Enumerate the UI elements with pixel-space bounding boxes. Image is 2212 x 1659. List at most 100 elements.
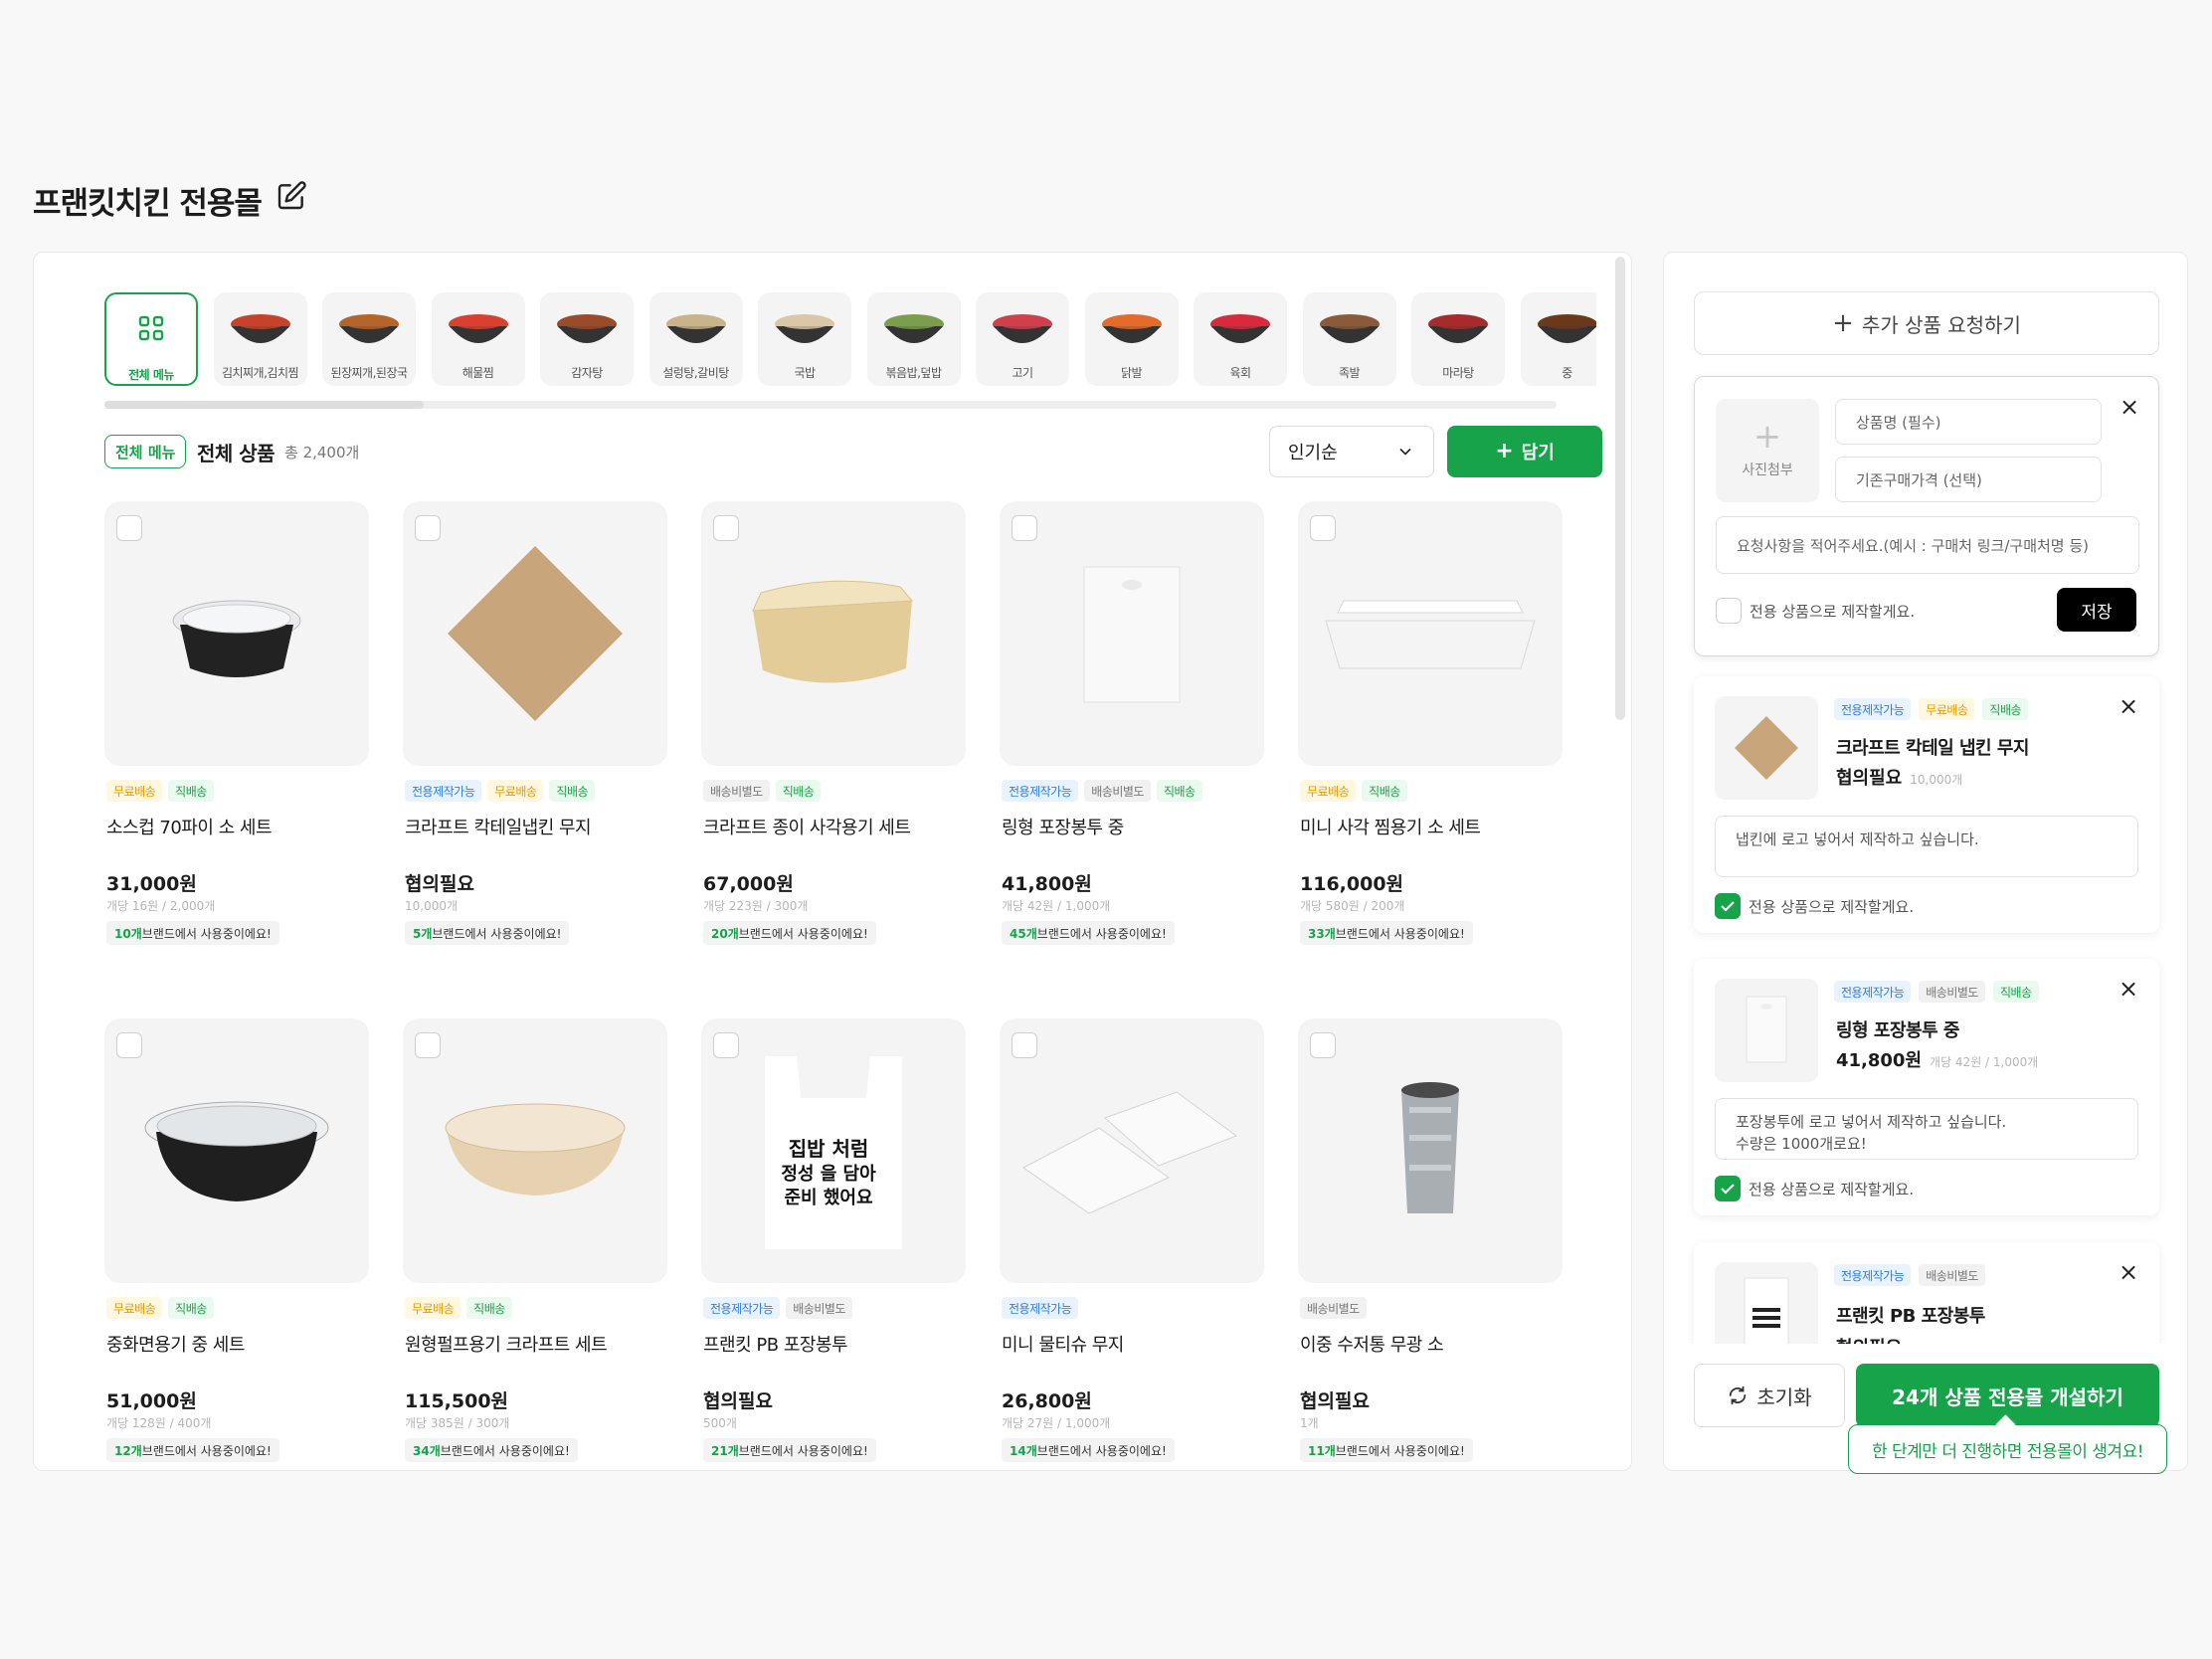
item-name: 링형 포장봉투 중	[1836, 1020, 1959, 1041]
category-11[interactable]: 족발	[1302, 292, 1396, 386]
add-to-cart-button[interactable]: + 담기	[1447, 426, 1602, 477]
category-1[interactable]: 김치찌개,김치찜	[213, 292, 307, 386]
category-4[interactable]: 감자탕	[540, 292, 634, 386]
meat-icon	[993, 314, 1052, 343]
select-checkbox[interactable]	[1310, 1032, 1336, 1058]
usage-text: 브랜드에서 사용중이에요!	[432, 926, 562, 941]
usage-badge: 14개 브랜드에서 사용중이에요!	[1002, 1438, 1175, 1462]
category-5[interactable]: 설렁탕,갈비탕	[648, 292, 743, 386]
filter-badge[interactable]: 전체 메뉴	[104, 435, 187, 468]
tag-custom: 전용제작가능	[1834, 981, 1912, 1003]
close-icon[interactable]: ×	[2118, 393, 2141, 421]
wet-tissue-icon	[1000, 1018, 1264, 1283]
close-icon[interactable]: ×	[2117, 975, 2140, 1003]
white-tray-icon	[1298, 501, 1563, 766]
cart-item: 전용제작가능 무료배송 직배송 × 크라프트 칵테일 냅킨 무지 협의필요 10,00…	[1694, 676, 2159, 933]
reset-button[interactable]: 초기화	[1694, 1364, 1845, 1427]
category-scrollbar[interactable]	[104, 401, 1557, 409]
tag-free: 무료배송	[487, 780, 544, 802]
main-scrollbar[interactable]	[1615, 257, 1625, 720]
product-name: 원형펄프용기 크라프트 세트	[405, 1335, 608, 1356]
select-checkbox[interactable]	[116, 515, 142, 541]
product-unit: 개당 27원 / 1,000개	[1002, 1416, 1111, 1430]
product-card[interactable]: 무료배송 직배송 미니 사각 찜용기 소 세트 116,000원 개당 580원 / 2…	[1298, 501, 1563, 945]
product-image[interactable]	[104, 1018, 369, 1283]
cart-panel: + 추가 상품 요청하기 + 사진첨부 상품명 (필수) 기존구매가격 (선택)…	[1663, 252, 2188, 1471]
item-note[interactable]: 냅킨에 로고 넣어서 제작하고 싶습니다.	[1715, 816, 2138, 877]
select-checkbox[interactable]	[415, 515, 441, 541]
product-price: 116,000원	[1300, 873, 1404, 895]
product-image[interactable]	[1298, 501, 1563, 766]
stew-pot-icon	[1537, 314, 1596, 343]
tag-direct: 직배송	[1362, 780, 1407, 802]
product-image[interactable]	[1000, 1018, 1264, 1283]
custom-checkbox[interactable]	[1716, 598, 1742, 624]
category-strip[interactable]: 전체 메뉴 김치찌개,김치찜 된장찌개,된장국 해물찜 감자탕 설렁탕,갈비탕 국밥 볶음밥,…	[104, 292, 1596, 390]
custom-checkbox[interactable]	[1715, 893, 1741, 919]
select-checkbox[interactable]	[1310, 515, 1336, 541]
sort-select[interactable]: 인기순	[1269, 426, 1434, 477]
category-8[interactable]: 고기	[976, 292, 1069, 386]
product-image[interactable]	[1298, 1018, 1563, 1283]
category-scroll-thumb[interactable]	[104, 401, 425, 409]
category-3[interactable]: 해물찜	[431, 292, 525, 386]
select-checkbox[interactable]	[116, 1032, 142, 1058]
category-6[interactable]: 국밥	[758, 292, 851, 386]
tag-ship: 배송비별도	[703, 780, 770, 802]
close-icon[interactable]: ×	[2117, 1258, 2140, 1286]
category-10[interactable]: 육회	[1194, 292, 1287, 386]
edit-icon[interactable]	[276, 180, 307, 220]
custom-checkbox[interactable]	[1715, 1176, 1741, 1201]
select-checkbox[interactable]	[415, 1032, 441, 1058]
purchase-price-input[interactable]: 기존구매가격 (선택)	[1835, 457, 2102, 502]
select-checkbox[interactable]	[713, 515, 739, 541]
category-label: 감자탕	[571, 366, 603, 380]
product-image[interactable]: 집밥 처럼 정성 을 담아 준비 했어요	[701, 1018, 966, 1283]
product-image[interactable]	[104, 501, 369, 766]
select-checkbox[interactable]	[1012, 1032, 1037, 1058]
plus-icon: +	[1752, 417, 1782, 457]
category-12[interactable]: 마라탕	[1411, 292, 1505, 386]
usage-text: 브랜드에서 사용중이에요!	[738, 1443, 868, 1458]
product-image[interactable]	[403, 1018, 667, 1283]
section-title: 전체 상품	[197, 441, 276, 465]
item-note[interactable]: 포장봉투에 로고 넣어서 제작하고 싶습니다. 수량은 1000개로요!	[1715, 1098, 2138, 1160]
category-0[interactable]: 전체 메뉴	[104, 292, 198, 386]
category-13[interactable]: 중	[1520, 292, 1596, 386]
product-card[interactable]: 배송비별도 직배송 크라프트 종이 사각용기 세트 67,000원 개당 223원 / …	[701, 501, 966, 945]
photo-upload[interactable]: + 사진첨부	[1716, 399, 1819, 502]
product-card[interactable]: 무료배송 직배송 원형펄프용기 크라프트 세트 115,500원 개당 385원 / 3…	[403, 1018, 667, 1462]
item-tags: 전용제작가능 배송비별도 직배송	[1834, 981, 2039, 1003]
category-label: 전체 메뉴	[128, 368, 174, 382]
product-card[interactable]: 무료배송 직배송 중화면용기 중 세트 51,000원 개당 128원 / 400개 12…	[104, 1018, 369, 1462]
item-name: 프랜킷 PB 포장봉투	[1836, 1306, 1985, 1327]
select-checkbox[interactable]	[1012, 515, 1037, 541]
request-product-button[interactable]: + 추가 상품 요청하기	[1694, 291, 2159, 355]
close-icon[interactable]: ×	[2117, 692, 2140, 720]
product-tags: 배송비별도	[1300, 1297, 1367, 1319]
product-name: 중화면용기 중 세트	[106, 1335, 245, 1356]
request-label: 추가 상품 요청하기	[1861, 312, 2021, 337]
product-card[interactable]: 전용제작가능 미니 물티슈 무지 26,800원 개당 27원 / 1,000개 14개…	[1000, 1018, 1264, 1462]
product-image[interactable]	[1000, 501, 1264, 766]
usage-text: 브랜드에서 사용중이에요!	[440, 1443, 570, 1458]
category-2[interactable]: 된장찌개,된장국	[322, 292, 416, 386]
category-7[interactable]: 볶음밥,덮밥	[866, 292, 961, 386]
category-label: 된장찌개,된장국	[330, 366, 408, 380]
product-name-input[interactable]: 상품명 (필수)	[1835, 399, 2102, 445]
product-name: 미니 사각 찜용기 소 세트	[1300, 818, 1481, 838]
product-image[interactable]	[701, 501, 966, 766]
save-button[interactable]: 저장	[2057, 588, 2136, 632]
product-card[interactable]: 전용제작가능 배송비별도 직배송 링형 포장봉투 중 41,800원 개당 42원 / 1…	[1000, 501, 1264, 945]
product-card[interactable]: 배송비별도 이중 수저통 무광 소 협의필요 1개 11개 브랜드에서 사용중이에요!	[1298, 1018, 1563, 1462]
product-image[interactable]	[403, 501, 667, 766]
category-label: 육회	[1229, 366, 1251, 380]
select-checkbox[interactable]	[713, 1032, 739, 1058]
product-card[interactable]: 무료배송 직배송 소스컵 70파이 소 세트 31,000원 개당 16원 / 2,00…	[104, 501, 369, 945]
product-name: 미니 물티슈 무지	[1002, 1335, 1124, 1356]
product-card[interactable]: 집밥 처럼 정성 을 담아 준비 했어요 전용제작가능 배송비별도 프랜킷 PB 포장봉투…	[701, 1018, 966, 1462]
category-9[interactable]: 닭발	[1084, 292, 1179, 386]
request-note-input[interactable]: 요청사항을 적어주세요.(예시 : 구매처 링크/구매처명 등)	[1716, 516, 2139, 574]
product-card[interactable]: 전용제작가능 무료배송 직배송 크라프트 칵테일냅킨 무지 협의필요 10,000개 5개 …	[403, 501, 667, 945]
chevron-down-icon	[1399, 448, 1411, 456]
